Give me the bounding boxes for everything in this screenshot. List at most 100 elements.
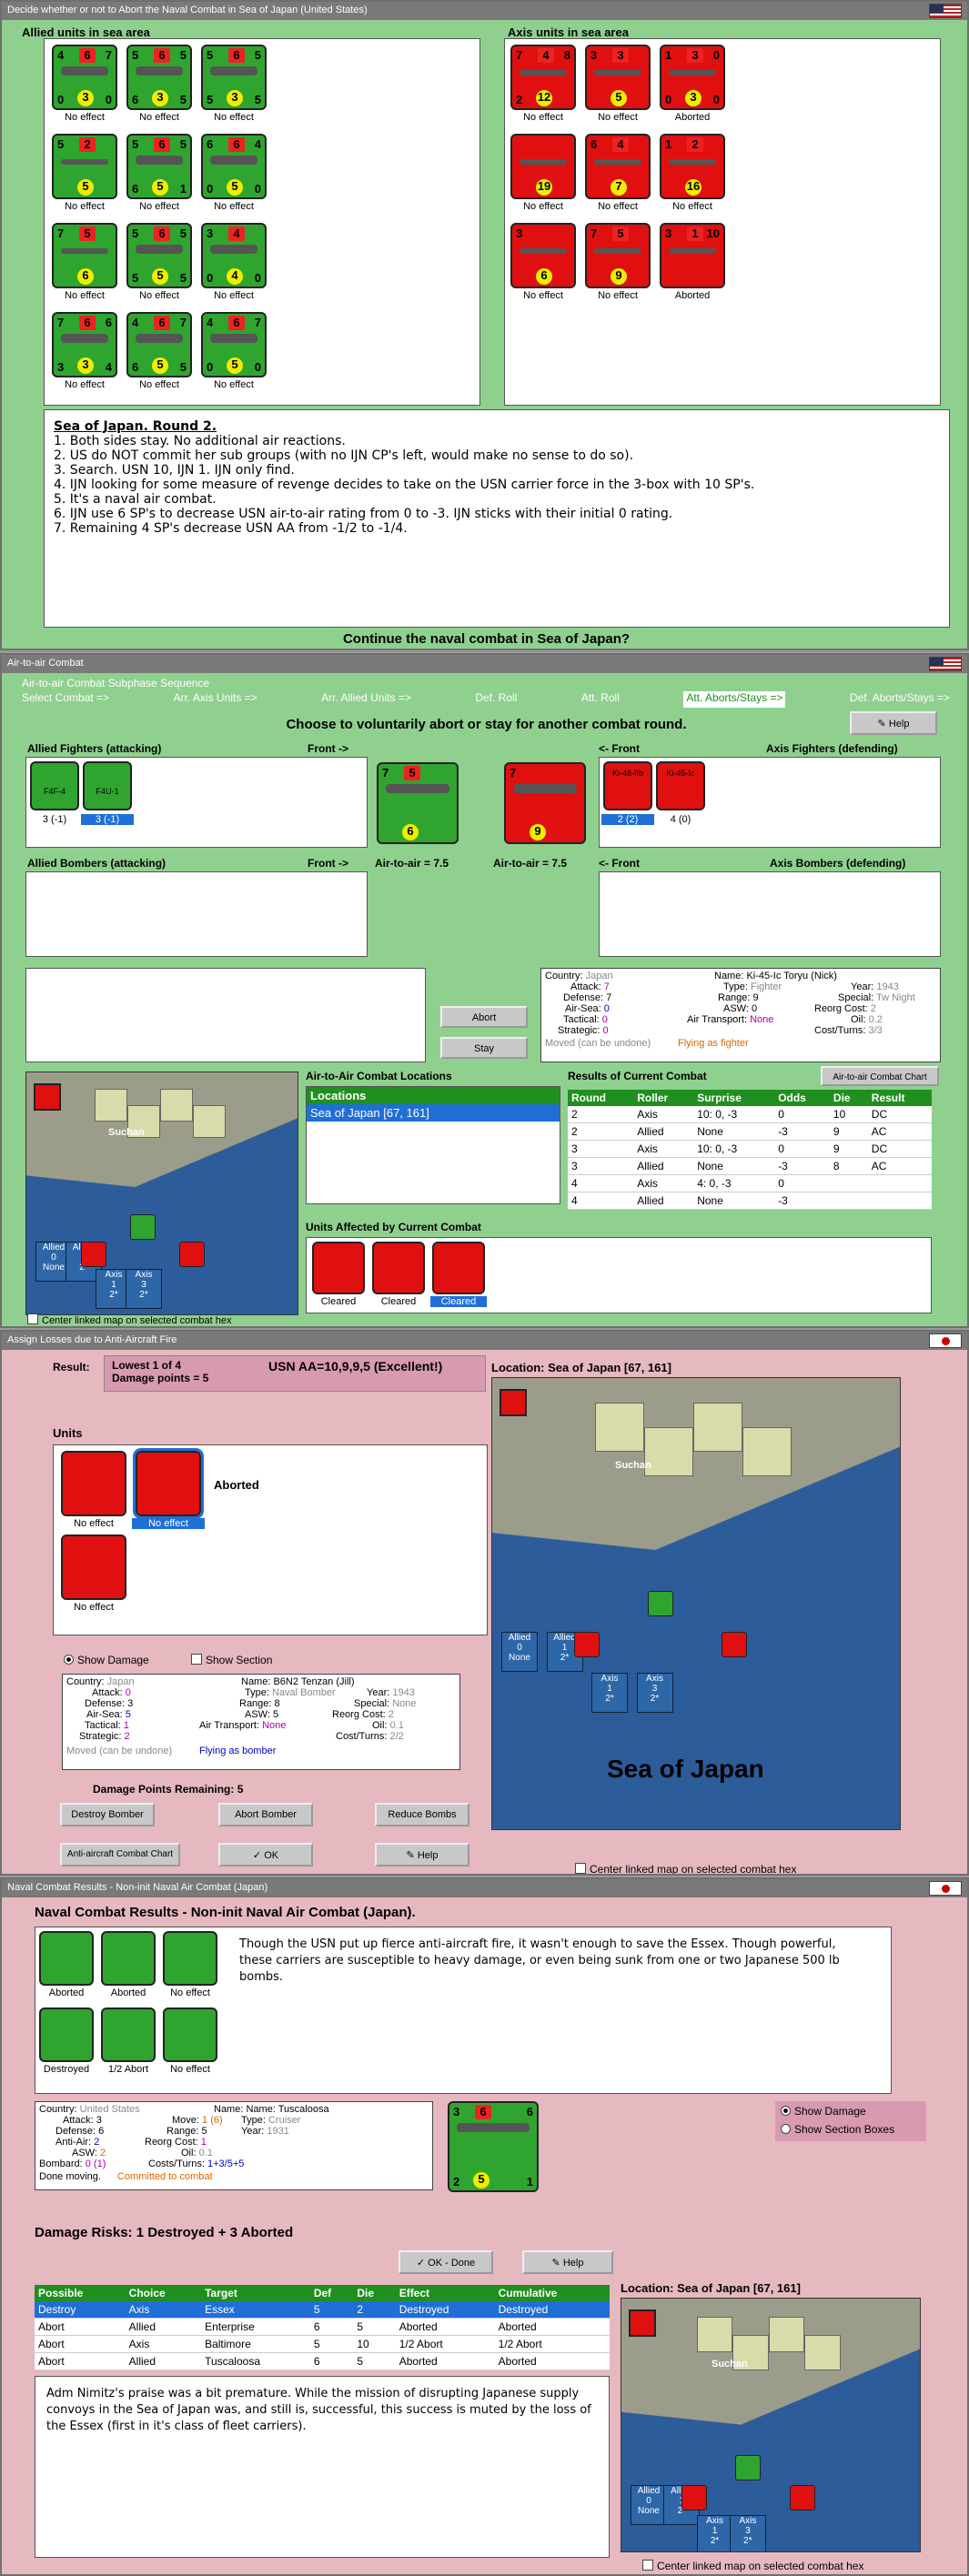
info-value: Moved (can be undone) [66, 1746, 173, 1756]
unit-counter[interactable]: Ki-48-IIb [603, 761, 652, 810]
info-field: Flying as fighter [678, 1038, 749, 1049]
unit-counter[interactable]: 3 6 6 25 1 [448, 2101, 539, 2192]
reduce-bombs-button[interactable]: Reduce Bombs [375, 1803, 469, 1826]
unit-counter[interactable]: 756 [377, 762, 459, 844]
help-button[interactable]: ✎ Help [375, 1843, 469, 1867]
ship-icon [136, 156, 183, 165]
unit-counter[interactable]: 565555 [126, 223, 192, 288]
help-button[interactable]: ✎ Help [850, 711, 937, 735]
map-unit-icon[interactable] [735, 2454, 762, 2480]
map-unit-icon[interactable] [681, 2484, 707, 2511]
unit-counter[interactable] [432, 1242, 485, 1294]
air-combat-chart-button[interactable]: Air-to-air Combat Chart [821, 1066, 939, 1086]
strength-badge: 1 [687, 226, 703, 241]
combat-map[interactable]: SuchanAllied0NoneAllied12*Axis12*Axis32* [25, 1072, 298, 1315]
unit-counter[interactable]: 664050 [201, 134, 267, 199]
location-item[interactable]: Sea of Japan [67, 161] [307, 1104, 560, 1122]
table-row[interactable]: 4 Axis 4: 0, -3 0 [568, 1174, 932, 1192]
unit-counter[interactable] [372, 1242, 425, 1294]
table-row[interactable]: 2 Allied None -3 9 AC [568, 1122, 932, 1141]
unit-counter[interactable]: 565651 [126, 134, 192, 199]
table-row[interactable]: 2 Axis 10: 0, -3 0 10 DC [568, 1106, 932, 1123]
map-box[interactable]: Axis 1 2* [696, 2514, 733, 2551]
show-section-checkbox[interactable]: Show Section [191, 1654, 272, 1666]
unit-counter[interactable]: 79 [504, 762, 586, 844]
map-unit-icon[interactable] [722, 1632, 747, 1657]
table-cell: Aborted [494, 2352, 610, 2370]
map-unit-icon[interactable] [789, 2484, 815, 2511]
ok-done-button[interactable]: ✓ OK - Done [399, 2250, 493, 2274]
help-label: Help [417, 1850, 439, 1861]
locations-list[interactable]: Locations Sea of Japan [67, 161] [306, 1086, 560, 1204]
unit-counter[interactable]: 756 [52, 223, 117, 288]
unit-counter[interactable] [133, 1448, 204, 1519]
unit-counter[interactable]: 33 5 [585, 45, 651, 110]
abort-bomber-button[interactable]: Abort Bomber [218, 1803, 313, 1826]
show-damage-radio[interactable]: Show Damage [781, 2105, 866, 2118]
unit-counter[interactable] [61, 1535, 126, 1600]
unit-counter[interactable] [61, 1451, 126, 1516]
map-box[interactable]: Allied 0 None [631, 2484, 667, 2525]
unit-counter[interactable]: 75 9 [585, 223, 651, 288]
location-map[interactable]: Suchan Allied 0 None Allied 1 2* Axis 1 2* Axis 3 2*… [491, 1377, 901, 1830]
table-row[interactable]: 4 Allied None -3 [568, 1192, 932, 1210]
ok-button[interactable]: ✓ OK [218, 1843, 313, 1867]
table-row[interactable]: Abort Axis Baltimore 5 10 1/2 Abort 1/2 Abort [35, 2335, 610, 2353]
unit-counter[interactable] [39, 1931, 94, 1986]
show-damage-radio[interactable]: Show Damage [64, 1654, 149, 1666]
unit-counter[interactable]: 4 67 050 [201, 312, 267, 377]
unit-counter[interactable]: Ki-45-Ic [656, 761, 705, 810]
hex-cell [742, 1427, 792, 1476]
map-box[interactable]: Allied 0 None [501, 1632, 538, 1672]
unit-counter[interactable]: 525 [52, 134, 117, 199]
unit-counter[interactable]: 130030 [660, 45, 725, 110]
stay-button[interactable]: Stay [440, 1037, 528, 1059]
map-unit-icon[interactable] [648, 1591, 673, 1616]
unit-counter[interactable] [312, 1242, 365, 1294]
unit-counter[interactable]: 565535 [201, 45, 267, 110]
unit-counter[interactable]: 3 1 10 [660, 223, 725, 288]
unit-counter[interactable]: 7 4 8 2 12 [510, 45, 576, 110]
center-map-checkbox[interactable]: Center linked map on selected combat hex [575, 1863, 796, 1874]
destroy-bomber-button[interactable]: Destroy Bomber [60, 1803, 155, 1826]
map-box[interactable]: Axis 1 2* [591, 1673, 628, 1713]
table-row[interactable]: Abort Allied Enterprise 6 5 Aborted Aborted [35, 2318, 610, 2336]
unit-counter[interactable] [163, 2007, 217, 2062]
info-value: Moved (can be undone) [545, 1038, 651, 1049]
help-button[interactable]: ✎ Help [522, 2250, 613, 2274]
front-label-left-2: Front -> [308, 857, 348, 870]
map-unit-icon[interactable] [574, 1632, 600, 1657]
unit-counter[interactable]: 64 7 [585, 134, 651, 199]
map-box[interactable]: Axis 3 2* [126, 1269, 162, 1309]
unit-counter[interactable] [39, 2007, 94, 2062]
center-map-checkbox[interactable]: Center linked map on selected combat hex [27, 1313, 232, 1326]
unit-counter[interactable]: 766334 [52, 312, 117, 377]
map-unit-icon[interactable] [81, 1242, 106, 1267]
unit-counter[interactable] [101, 2007, 156, 2062]
unit-counter[interactable]: 36 [510, 223, 576, 288]
unit-counter[interactable] [101, 1931, 156, 1986]
table-row[interactable]: 3 Axis 10: 0, -3 0 9 DC [568, 1140, 932, 1158]
map-unit-icon[interactable] [179, 1242, 205, 1267]
table-row[interactable]: 3 Allied None -3 8 AC [568, 1157, 932, 1175]
location-map[interactable]: SuchanAllied0NoneAllied12*Axis12*Axis32* [621, 2298, 921, 2552]
unit-counter[interactable] [163, 1931, 217, 1986]
unit-status: Cleared [380, 1296, 417, 1307]
aa-chart-button[interactable]: Anti-aircraft Combat Chart [60, 1843, 180, 1867]
unit-counter[interactable]: 34040 [201, 223, 267, 288]
unit-counter[interactable]: F4F-4 [30, 761, 79, 810]
unit-counter[interactable]: 565635 [126, 45, 192, 110]
unit-counter[interactable]: F4U-1 [83, 761, 132, 810]
abort-button[interactable]: Abort [440, 1006, 528, 1028]
map-box[interactable]: Axis 3 2* [729, 2514, 766, 2551]
center-map-checkbox[interactable]: Center linked map on selected combat hex [642, 2560, 863, 2572]
table-row[interactable]: Destroy Axis Essex 5 2 Destroyed Destroyed [35, 2301, 610, 2319]
unit-counter[interactable]: 1 2 16 [660, 134, 725, 199]
unit-counter[interactable]: 467655 [126, 312, 192, 377]
show-section-radio[interactable]: Show Section Boxes [781, 2123, 894, 2136]
map-box[interactable]: Axis 3 2* [636, 1673, 673, 1713]
map-unit-icon[interactable] [130, 1214, 156, 1240]
table-row[interactable]: Abort Allied Tuscaloosa 6 5 Aborted Aborted [35, 2352, 610, 2370]
unit-counter[interactable]: 467 030 [52, 45, 117, 110]
unit-counter[interactable]: 19 [510, 134, 576, 199]
